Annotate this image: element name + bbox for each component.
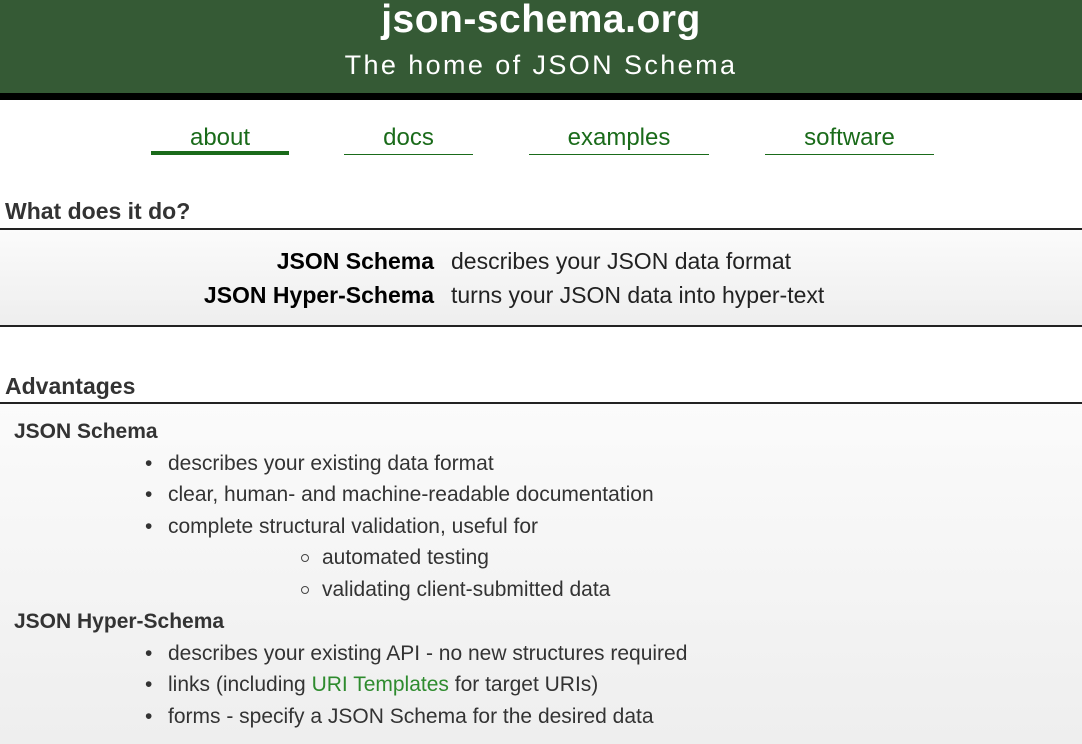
term-row-schema: JSON Schema describes your JSON data for… <box>0 248 1082 280</box>
bullet-icon: • <box>145 515 153 538</box>
list-item: complete structural validation, useful f… <box>168 515 539 538</box>
what-box: JSON Schema describes your JSON data for… <box>0 228 1082 327</box>
advantages-box: JSON Schema • describes your existing da… <box>0 402 1082 744</box>
advantages-heading: Advantages <box>5 373 136 399</box>
links-text-after: for target URIs) <box>448 673 599 696</box>
list-item: links (including URI Templates for targe… <box>168 673 598 697</box>
bullet-icon: • <box>145 673 153 696</box>
term-desc: describes your JSON data format <box>451 248 792 274</box>
nav-about-link[interactable]: about <box>151 124 289 155</box>
nav-examples-link[interactable]: examples <box>529 124 709 155</box>
links-text-before: links (including <box>168 673 312 696</box>
site-title[interactable]: json-schema.org <box>0 0 1082 42</box>
site-tagline: The home of JSON Schema <box>344 50 738 80</box>
term-row-hyper-schema: JSON Hyper-Schema turns your JSON data i… <box>0 282 1082 314</box>
circle-bullet-icon <box>301 554 309 562</box>
sub-list-item: validating client-submitted data <box>322 578 611 601</box>
term-name: JSON Hyper-Schema <box>203 282 434 308</box>
bullet-icon: • <box>145 642 153 665</box>
site-header: json-schema.org The home of JSON Schema <box>0 0 1082 100</box>
list-item: clear, human- and machine-readable docum… <box>168 483 654 506</box>
adv-schema-title: JSON Schema <box>14 420 158 443</box>
adv-hyper-title: JSON Hyper-Schema <box>14 610 225 633</box>
circle-bullet-icon <box>301 586 309 594</box>
list-item: forms - specify a JSON Schema for the de… <box>168 705 654 728</box>
list-item: describes your existing data format <box>168 452 494 475</box>
bullet-icon: • <box>145 705 153 728</box>
bullet-icon: • <box>145 483 153 506</box>
what-heading: What does it do? <box>5 198 191 224</box>
bullet-icon: • <box>145 452 153 475</box>
uri-templates-link[interactable]: URI Templates <box>312 673 449 696</box>
term-desc: turns your JSON data into hyper-text <box>451 282 825 308</box>
term-name: JSON Schema <box>276 248 434 274</box>
nav-software-link[interactable]: software <box>765 124 934 155</box>
nav-docs-link[interactable]: docs <box>344 124 473 155</box>
list-item: describes your existing API - no new str… <box>168 642 688 665</box>
sub-list-item: automated testing <box>322 546 489 569</box>
